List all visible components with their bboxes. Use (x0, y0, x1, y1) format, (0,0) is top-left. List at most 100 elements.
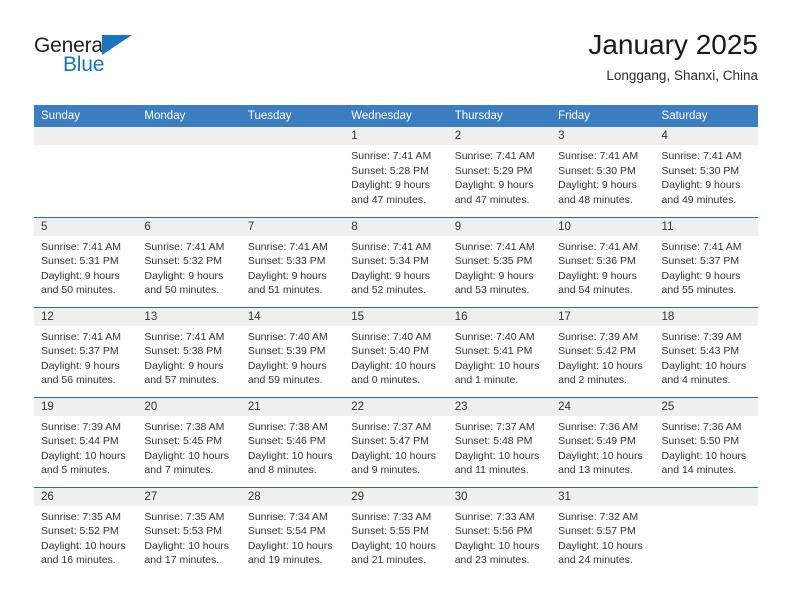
calendar-day-cell[interactable]: 6 Sunrise: 7:41 AM Sunset: 5:32 PM Daylight… (137, 216, 241, 307)
day-details: Sunrise: 7:39 AM Sunset: 5:43 PM Daylight:… (655, 326, 758, 388)
sunrise-text: Sunrise: 7:39 AM (41, 420, 121, 433)
day-details: Sunrise: 7:32 AM Sunset: 5:57 PM Daylight:… (551, 506, 654, 568)
daylight-text-cont: and 9 minutes. (351, 464, 421, 476)
day-number: 2 (447, 127, 552, 145)
daylight-text-cont: and 49 minutes. (661, 193, 737, 206)
daylight-text: Daylight: 10 hours (351, 359, 436, 372)
day-number: 15 (344, 307, 448, 326)
daylight-text-cont: and 57 minutes. (144, 374, 220, 386)
calendar-day-cell[interactable]: 15 Sunrise: 7:40 AM Sunset: 5:40 PM Dayligh… (344, 306, 448, 397)
calendar-day-cell[interactable]: 17 Sunrise: 7:39 AM Sunset: 5:42 PM Dayligh… (551, 306, 655, 397)
calendar-cell-inner: 6 Sunrise: 7:41 AM Sunset: 5:32 PM Daylight… (137, 217, 241, 307)
sunset-text: Sunset: 5:41 PM (454, 345, 533, 357)
day-number: 7 (240, 217, 345, 236)
day-details: Sunrise: 7:38 AM Sunset: 5:45 PM Daylight:… (137, 416, 240, 478)
calendar-day-cell[interactable]: 30 Sunrise: 7:33 AM Sunset: 5:56 PM Dayligh… (447, 486, 552, 577)
day-details: Sunrise: 7:36 AM Sunset: 5:50 PM Daylight:… (655, 416, 758, 478)
calendar-day-cell[interactable]: 18 Sunrise: 7:39 AM Sunset: 5:43 PM Dayligh… (654, 306, 758, 397)
calendar-day-cell[interactable]: 21 Sunrise: 7:38 AM Sunset: 5:46 PM Dayligh… (240, 396, 345, 487)
daylight-text-cont: and 50 minutes. (41, 284, 116, 296)
sunset-text: Sunset: 5:34 PM (351, 255, 429, 267)
daylight-text-cont: and 8 minutes. (247, 464, 317, 476)
sunset-text: Sunset: 5:39 PM (247, 345, 326, 357)
calendar-day-cell[interactable]: 20 Sunrise: 7:38 AM Sunset: 5:45 PM Dayligh… (137, 396, 241, 487)
calendar-day-cell[interactable]: 2 Sunrise: 7:41 AM Sunset: 5:29 PM Daylight… (447, 127, 552, 217)
calendar-day-cell[interactable]: 11 Sunrise: 7:41 AM Sunset: 5:37 PM Dayligh… (654, 216, 758, 307)
calendar-day-cell[interactable]: 22 Sunrise: 7:37 AM Sunset: 5:47 PM Dayligh… (344, 396, 448, 487)
calendar-cell-inner: 7 Sunrise: 7:41 AM Sunset: 5:33 PM Daylight… (240, 217, 345, 307)
calendar-day-cell[interactable]: 13 Sunrise: 7:41 AM Sunset: 5:38 PM Dayligh… (137, 306, 241, 397)
calendar-day-cell[interactable]: 10 Sunrise: 7:41 AM Sunset: 5:36 PM Dayligh… (551, 216, 655, 307)
calendar-cell-inner: 22 Sunrise: 7:37 AM Sunset: 5:47 PM Dayligh… (344, 397, 448, 487)
day-number: 6 (137, 217, 241, 236)
day-details: Sunrise: 7:35 AM Sunset: 5:52 PM Daylight:… (34, 506, 137, 568)
day-number: 3 (551, 127, 655, 145)
day-number: 12 (34, 307, 138, 326)
calendar-day-cell[interactable]: 16 Sunrise: 7:40 AM Sunset: 5:41 PM Dayligh… (447, 306, 552, 397)
daylight-text-cont: and 55 minutes. (661, 284, 737, 296)
sunset-text: Sunset: 5:42 PM (558, 345, 636, 357)
day-number: 27 (137, 487, 241, 506)
day-number: 5 (34, 217, 138, 236)
calendar-day-cell[interactable]: 7 Sunrise: 7:41 AM Sunset: 5:33 PM Daylight… (240, 216, 345, 307)
calendar-day-cell[interactable]: 24 Sunrise: 7:36 AM Sunset: 5:49 PM Dayligh… (551, 396, 655, 487)
calendar-day-cell[interactable]: 26 Sunrise: 7:35 AM Sunset: 5:52 PM Dayligh… (34, 486, 138, 577)
calendar-day-cell[interactable]: 1 Sunrise: 7:41 AM Sunset: 5:28 PM Daylight… (344, 127, 448, 217)
sunset-text: Sunset: 5:54 PM (247, 525, 326, 537)
daylight-text-cont: and 50 minutes. (144, 284, 220, 296)
daylight-text-cont: and 14 minutes. (661, 464, 737, 476)
calendar-day-cell[interactable]: 3 Sunrise: 7:41 AM Sunset: 5:30 PM Daylight… (551, 127, 655, 217)
sunset-text: Sunset: 5:56 PM (454, 525, 533, 537)
daylight-text-cont: and 4 minutes. (661, 374, 731, 386)
calendar-cell-inner: 12 Sunrise: 7:41 AM Sunset: 5:37 PM Dayligh… (34, 307, 138, 397)
generalblue-logo[interactable]: General Blue (34, 34, 214, 92)
weekday-header-thursday: Thursday (447, 105, 552, 127)
daylight-text: Daylight: 10 hours (144, 449, 230, 462)
calendar-cell-inner: 13 Sunrise: 7:41 AM Sunset: 5:38 PM Dayligh… (137, 307, 241, 397)
day-details: Sunrise: 7:41 AM Sunset: 5:37 PM Daylight:… (34, 326, 137, 388)
calendar-cell-inner (654, 487, 758, 578)
day-number: 14 (240, 307, 345, 326)
sunset-text: Sunset: 5:57 PM (558, 525, 636, 537)
calendar-day-cell[interactable]: 4 Sunrise: 7:41 AM Sunset: 5:30 PM Daylight… (654, 127, 758, 217)
daylight-text: Daylight: 9 hours (454, 179, 534, 191)
calendar-day-cell[interactable]: 28 Sunrise: 7:34 AM Sunset: 5:54 PM Dayligh… (240, 486, 345, 577)
calendar-day-cell[interactable]: 9 Sunrise: 7:41 AM Sunset: 5:35 PM Daylight… (447, 216, 552, 307)
sunset-text: Sunset: 5:31 PM (41, 255, 119, 267)
sunrise-text: Sunrise: 7:37 AM (351, 420, 432, 433)
sunrise-text: Sunrise: 7:41 AM (661, 150, 742, 162)
day-details: Sunrise: 7:41 AM Sunset: 5:32 PM Daylight:… (137, 236, 240, 298)
sunrise-text: Sunrise: 7:39 AM (661, 330, 742, 343)
daylight-text: Daylight: 10 hours (558, 539, 643, 552)
daylight-text-cont: and 13 minutes. (558, 464, 633, 476)
sunset-text: Sunset: 5:52 PM (41, 525, 119, 537)
sunrise-text: Sunrise: 7:40 AM (454, 330, 535, 343)
calendar-day-cell[interactable]: 29 Sunrise: 7:33 AM Sunset: 5:55 PM Dayligh… (344, 486, 448, 577)
daylight-text-cont: and 59 minutes. (247, 374, 323, 386)
sunset-text: Sunset: 5:45 PM (144, 435, 223, 447)
calendar-cell-inner: 10 Sunrise: 7:41 AM Sunset: 5:36 PM Dayligh… (551, 217, 655, 307)
day-details: Sunrise: 7:33 AM Sunset: 5:56 PM Daylight:… (448, 506, 551, 568)
calendar-day-cell[interactable]: 27 Sunrise: 7:35 AM Sunset: 5:53 PM Dayligh… (137, 486, 241, 577)
calendar-day-cell[interactable]: 19 Sunrise: 7:39 AM Sunset: 5:44 PM Dayligh… (34, 396, 138, 487)
calendar-day-cell[interactable]: 23 Sunrise: 7:37 AM Sunset: 5:48 PM Dayligh… (447, 396, 552, 487)
day-number: 29 (344, 487, 448, 506)
calendar-day-cell[interactable]: 12 Sunrise: 7:41 AM Sunset: 5:37 PM Dayligh… (34, 306, 138, 397)
sunset-text: Sunset: 5:46 PM (247, 435, 326, 447)
daylight-text: Daylight: 10 hours (454, 449, 540, 462)
calendar-body: 1 Sunrise: 7:41 AM Sunset: 5:28 PM Daylight… (34, 127, 758, 577)
sunrise-text: Sunrise: 7:38 AM (247, 420, 328, 433)
calendar-day-cell[interactable]: 8 Sunrise: 7:41 AM Sunset: 5:34 PM Daylight… (344, 216, 448, 307)
day-number (654, 487, 758, 506)
calendar-day-cell[interactable]: 31 Sunrise: 7:32 AM Sunset: 5:57 PM Dayligh… (551, 486, 655, 577)
calendar-cell-inner: 11 Sunrise: 7:41 AM Sunset: 5:37 PM Dayligh… (654, 217, 758, 307)
daylight-text: Daylight: 9 hours (558, 269, 637, 282)
calendar-day-cell[interactable]: 5 Sunrise: 7:41 AM Sunset: 5:31 PM Daylight… (34, 216, 138, 307)
daylight-text: Daylight: 9 hours (558, 179, 637, 191)
sunset-text: Sunset: 5:28 PM (351, 164, 429, 177)
daylight-text: Daylight: 10 hours (351, 539, 436, 552)
calendar-day-cell[interactable]: 25 Sunrise: 7:36 AM Sunset: 5:50 PM Dayligh… (654, 396, 758, 487)
day-details (655, 506, 758, 510)
calendar-day-cell[interactable]: 14 Sunrise: 7:40 AM Sunset: 5:39 PM Dayligh… (240, 306, 345, 397)
day-number: 28 (240, 487, 345, 506)
